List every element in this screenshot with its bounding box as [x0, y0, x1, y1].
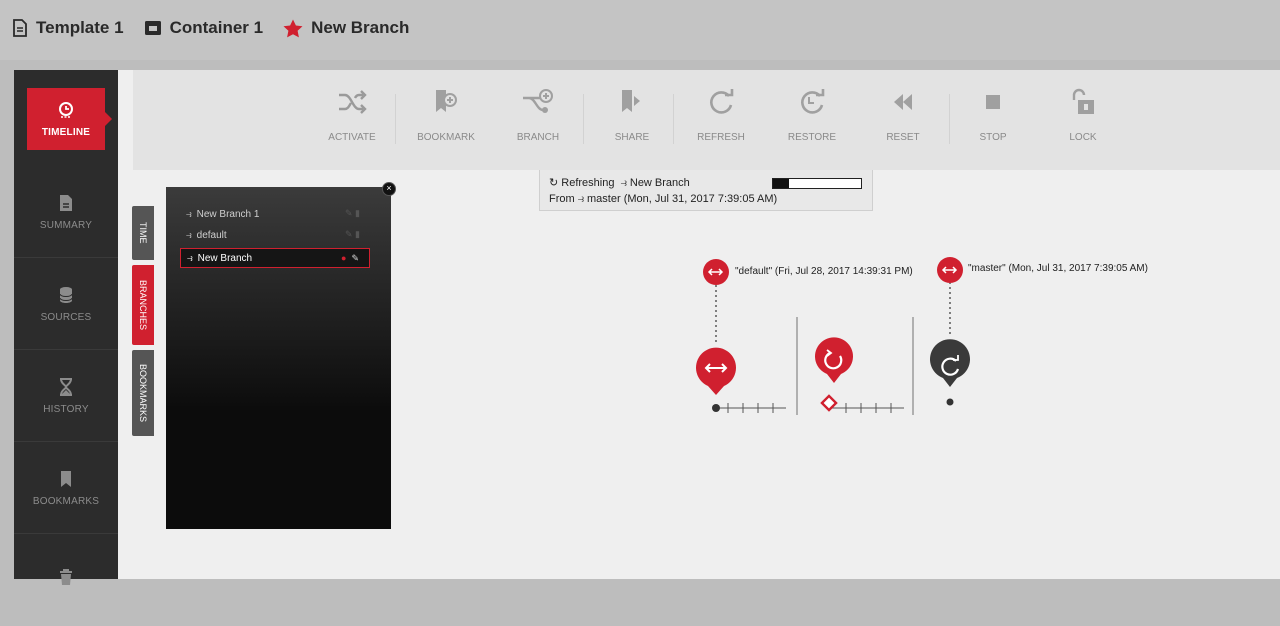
sidebar-item-label: TIMELINE: [41, 126, 91, 138]
sidebar-item-trash[interactable]: [14, 536, 118, 626]
branch-event-marker[interactable]: [696, 347, 736, 395]
breadcrumb-template-label: Template 1: [36, 18, 124, 37]
sidebar-item-bookmarks[interactable]: BOOKMARKS: [14, 444, 118, 534]
timeline-graph: [696, 257, 970, 415]
sidebar-item-label: SUMMARY: [39, 220, 93, 231]
trash-icon: [60, 569, 72, 585]
hourglass-icon: [60, 378, 72, 396]
top-bar: Template 1 Container 1 New Branch: [0, 0, 1280, 60]
timeline-scale: [712, 403, 786, 413]
breadcrumb-container[interactable]: Container 1: [144, 18, 264, 38]
sidebar-item-label: HISTORY: [43, 404, 89, 415]
document-icon: [13, 19, 27, 37]
restore-event-marker[interactable]: [815, 337, 854, 383]
main-content: ACTIVATE BOOKMARK BRANCH SHARE REFRESH R…: [118, 70, 1280, 579]
sidebar-item-history[interactable]: HISTORY: [14, 352, 118, 442]
bookmark-icon: [61, 471, 71, 487]
breadcrumb-branch-label: New Branch: [311, 18, 410, 37]
sidebar: TIMELINE SUMMARY SOURCES HISTORY BOOKMAR…: [14, 70, 118, 585]
breadcrumb-container-label: Container 1: [169, 18, 264, 37]
app-window: TIMELINE SUMMARY SOURCES HISTORY BOOKMAR…: [14, 70, 1280, 585]
breadcrumb: Template 1 Container 1 New Branch: [12, 18, 429, 38]
timeline-dot: [946, 398, 954, 406]
sidebar-item-label: SOURCES: [40, 312, 92, 323]
breadcrumb-template[interactable]: Template 1: [12, 18, 124, 38]
sidebar-item-label: BOOKMARKS: [32, 496, 100, 507]
container-icon: [144, 21, 161, 35]
sidebar-item-summary[interactable]: SUMMARY: [14, 168, 118, 258]
master-branch-label: "master" (Mon, Jul 31, 2017 7:39:05 AM): [968, 263, 1148, 274]
master-branch-pin[interactable]: [937, 257, 963, 283]
sidebar-item-timeline[interactable]: TIMELINE: [27, 88, 112, 150]
default-branch-pin[interactable]: [703, 259, 729, 285]
database-icon: [59, 287, 73, 303]
timeline-scale: [820, 394, 904, 413]
default-branch-label: "default" (Fri, Jul 28, 2017 14:39:31 PM…: [735, 266, 913, 277]
breadcrumb-branch[interactable]: New Branch: [283, 18, 409, 38]
clock-icon: [59, 101, 73, 118]
file-icon: [60, 195, 72, 211]
refresh-event-marker[interactable]: [930, 339, 970, 387]
star-icon: [283, 19, 303, 37]
sidebar-item-sources[interactable]: SOURCES: [14, 260, 118, 350]
